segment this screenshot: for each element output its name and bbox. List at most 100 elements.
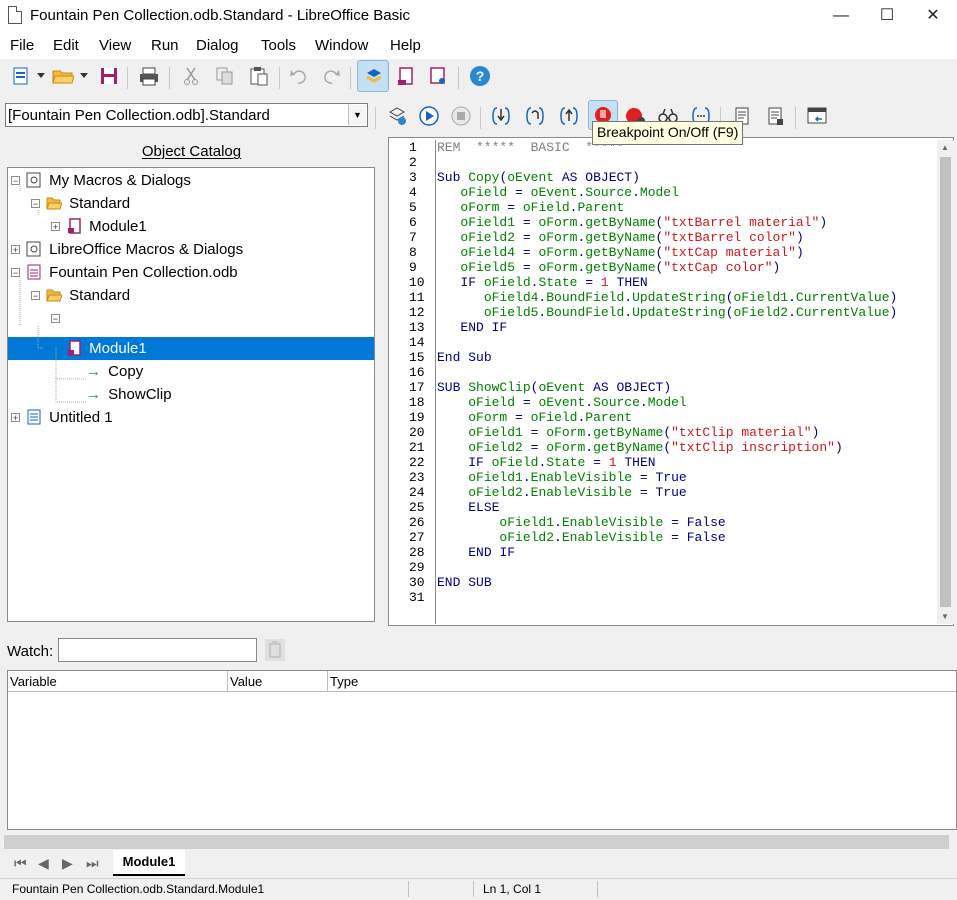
catalog-tree[interactable]: − My Macros & Dialogs − Standard + Modul… [7,167,375,622]
print-icon[interactable] [136,63,162,89]
basic-ide-toolbar [0,97,957,135]
tree-node-standard-library[interactable]: Standard [46,192,130,215]
redo-icon[interactable] [318,63,344,89]
minimize-button[interactable]: — [818,0,864,31]
menu-window[interactable]: Window [315,37,368,54]
code-line[interactable]: oField2.EnableVisible = False [437,530,725,545]
code-editor[interactable]: 1 2 3 4 5 6 7 8 9 10 11 12 13 14 15 16 17 18 19 20 21 22 23 24 2… [388,137,954,626]
code-line[interactable]: oField4 = oForm.getByName("txtCap materi… [437,245,803,260]
step-into-icon[interactable] [488,103,514,129]
column-header-variable[interactable]: Variable [8,671,228,692]
maximize-button[interactable]: ☐ [864,0,910,31]
open-dropdown-icon[interactable] [77,63,91,89]
vertical-scrollbar[interactable]: ▲ ▼ [937,140,954,624]
tree-node-libreoffice-macros[interactable]: LibreOffice Macros & Dialogs [26,238,243,261]
code-line[interactable]: oForm = oField.Parent [437,410,632,425]
expand-toggle[interactable]: − [11,268,20,278]
previous-tab-icon[interactable]: ◀ [38,855,49,872]
expand-toggle[interactable]: + [11,413,20,423]
menu-edit[interactable]: Edit [53,37,79,54]
new-dropdown-icon[interactable] [34,63,48,89]
horizontal-scrollbar[interactable] [4,835,949,849]
next-tab-icon[interactable]: ▶ [62,855,73,872]
expand-toggle[interactable]: − [11,176,20,186]
menu-file[interactable]: File [10,37,34,54]
menu-dialog[interactable]: Dialog [196,37,239,54]
remove-watch-button[interactable] [265,639,285,661]
code-line[interactable]: oField1 = oForm.getByName("txtBarrel mat… [437,215,827,230]
code-line[interactable]: oField5 = oForm.getByName("txtCap color"… [437,260,780,275]
code-area[interactable]: REM ***** BASIC ***** Sub Copy(oEvent AS … [389,140,935,624]
code-line[interactable]: Sub Copy(oEvent AS OBJECT) [437,170,640,185]
stop-icon[interactable] [448,103,474,129]
export-dialog-icon[interactable] [804,103,830,129]
run-icon[interactable] [416,103,442,129]
tree-node-macro-showclip[interactable]: → ShowClip [86,383,172,406]
expand-toggle[interactable]: − [31,199,40,209]
code-line[interactable]: END SUB [437,575,492,590]
tree-node-label: Module1 [89,340,147,357]
menu-tools[interactable]: Tools [261,37,296,54]
expand-toggle[interactable]: + [11,245,20,255]
code-line[interactable]: IF oField.State = 1 THEN [437,455,655,470]
tree-node-macro-copy[interactable]: → Copy [86,360,143,383]
code-line[interactable]: END IF [437,545,515,560]
first-tab-icon[interactable]: ⏮ [14,855,27,872]
code-line[interactable]: oField4.BoundField.UpdateString(oField1.… [437,290,898,305]
menu-run[interactable]: Run [151,37,179,54]
tree-node-database-document[interactable]: Fountain Pen Collection.odb [26,261,238,284]
tab-module1[interactable]: Module1 [113,850,185,876]
column-header-type[interactable]: Type [328,671,956,692]
last-tab-icon[interactable]: ⏭ [86,855,99,872]
column-header-value[interactable]: Value [228,671,328,692]
tree-node-my-macros[interactable]: My Macros & Dialogs [26,169,191,192]
expand-toggle[interactable]: + [51,222,60,232]
save-source-icon[interactable] [762,103,788,129]
dialog-icon[interactable] [425,63,451,89]
new-document-icon[interactable] [8,63,34,89]
menu-view[interactable]: View [99,37,131,54]
open-folder-icon[interactable] [50,63,76,89]
copy-icon[interactable] [212,63,238,89]
tree-node-module[interactable]: Module1 [66,215,147,238]
code-line[interactable]: SUB ShowClip(oEvent AS OBJECT) [437,380,671,395]
expand-toggle[interactable]: − [31,291,40,301]
code-line[interactable]: oField5.BoundField.UpdateString(oField2.… [437,305,898,320]
code-line[interactable]: oField1 = oForm.getByName("txtClip mater… [437,425,819,440]
code-line[interactable]: oField2.EnableVisible = True [437,485,687,500]
scroll-down-icon[interactable]: ▼ [941,612,949,621]
code-line[interactable]: END IF [437,320,507,335]
insert-module-icon[interactable] [393,63,419,89]
code-line[interactable]: oField1.EnableVisible = False [437,515,725,530]
expand-toggle[interactable]: − [51,314,60,324]
cut-icon[interactable] [178,63,204,89]
scroll-up-icon[interactable]: ▲ [941,143,949,152]
tree-node-standard-library[interactable]: Standard [46,284,130,307]
code-line[interactable]: oForm = oField.Parent [437,200,624,215]
watch-table[interactable]: Variable Value Type [7,670,957,830]
code-line[interactable]: oField = oEvent.Source.Model [437,185,679,200]
tree-node-module-selected[interactable]: Module1 [66,337,147,360]
paste-icon[interactable] [246,63,272,89]
code-line[interactable]: oField2 = oForm.getByName("txtBarrel col… [437,230,803,245]
tree-node-untitled-document[interactable]: Untitled 1 [26,406,113,429]
code-line[interactable]: oField2 = oForm.getByName("txtClip inscr… [437,440,843,455]
scrollbar-thumb[interactable] [940,157,951,607]
code-line[interactable]: oField = oEvent.Source.Model [437,395,687,410]
code-line[interactable]: IF oField.State = 1 THEN [437,275,647,290]
compile-icon[interactable] [384,103,410,129]
status-bar: Fountain Pen Collection.odb.Standard.Mod… [0,878,957,900]
undo-icon[interactable] [286,63,312,89]
code-line[interactable]: oField1.EnableVisible = True [437,470,687,485]
close-button[interactable]: ✕ [910,0,956,31]
code-line[interactable]: ELSE [437,500,499,515]
tree-node-label: Untitled 1 [49,409,113,426]
save-icon[interactable] [96,63,122,89]
watch-input[interactable] [58,638,257,662]
step-out-icon[interactable] [556,103,582,129]
step-over-icon[interactable] [522,103,548,129]
select-macro-icon[interactable] [357,60,389,92]
code-line[interactable]: End Sub [437,350,492,365]
menu-help[interactable]: Help [390,37,421,54]
help-icon[interactable]: ? [467,63,493,89]
